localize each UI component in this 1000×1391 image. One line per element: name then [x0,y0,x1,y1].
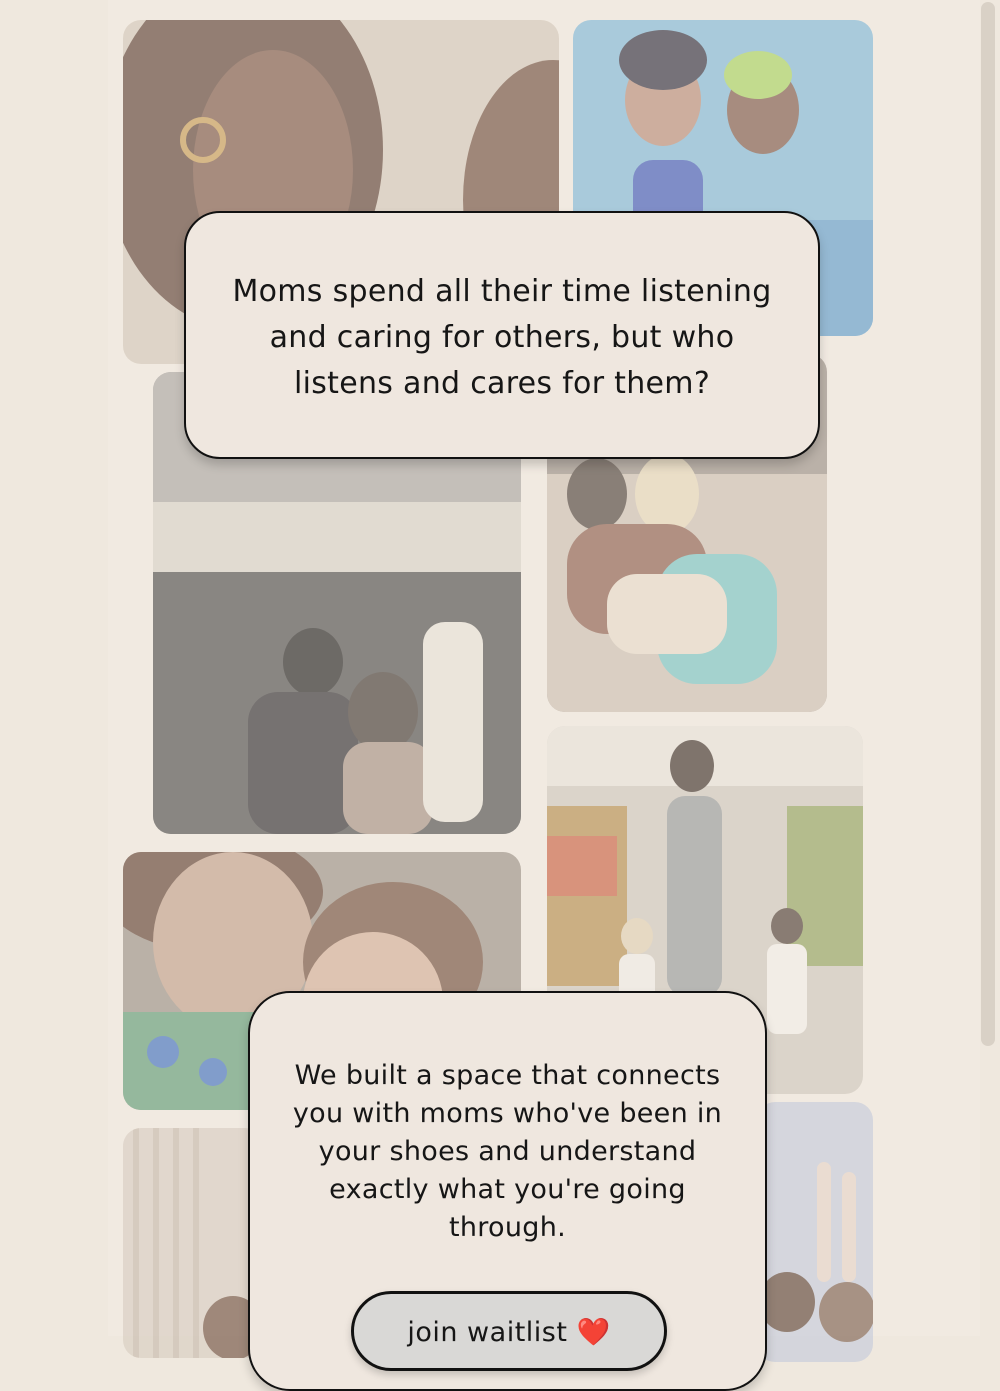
photo-bottom-right [757,1102,873,1362]
scrollbar-thumb[interactable] [981,2,995,1046]
cta-message-text: We built a space that connects you with … [292,1060,723,1243]
hero-message-text: Moms spend all their time listening and … [232,274,772,401]
join-waitlist-button[interactable]: join waitlist ❤️ [351,1291,667,1371]
heart-icon: ❤️ [576,1317,611,1348]
photo-bottom-left [123,1128,263,1358]
join-waitlist-label: join waitlist [407,1317,568,1348]
hero-message-card: Moms spend all their time listening and … [184,211,820,459]
cta-card: We built a space that connects you with … [248,991,767,1391]
